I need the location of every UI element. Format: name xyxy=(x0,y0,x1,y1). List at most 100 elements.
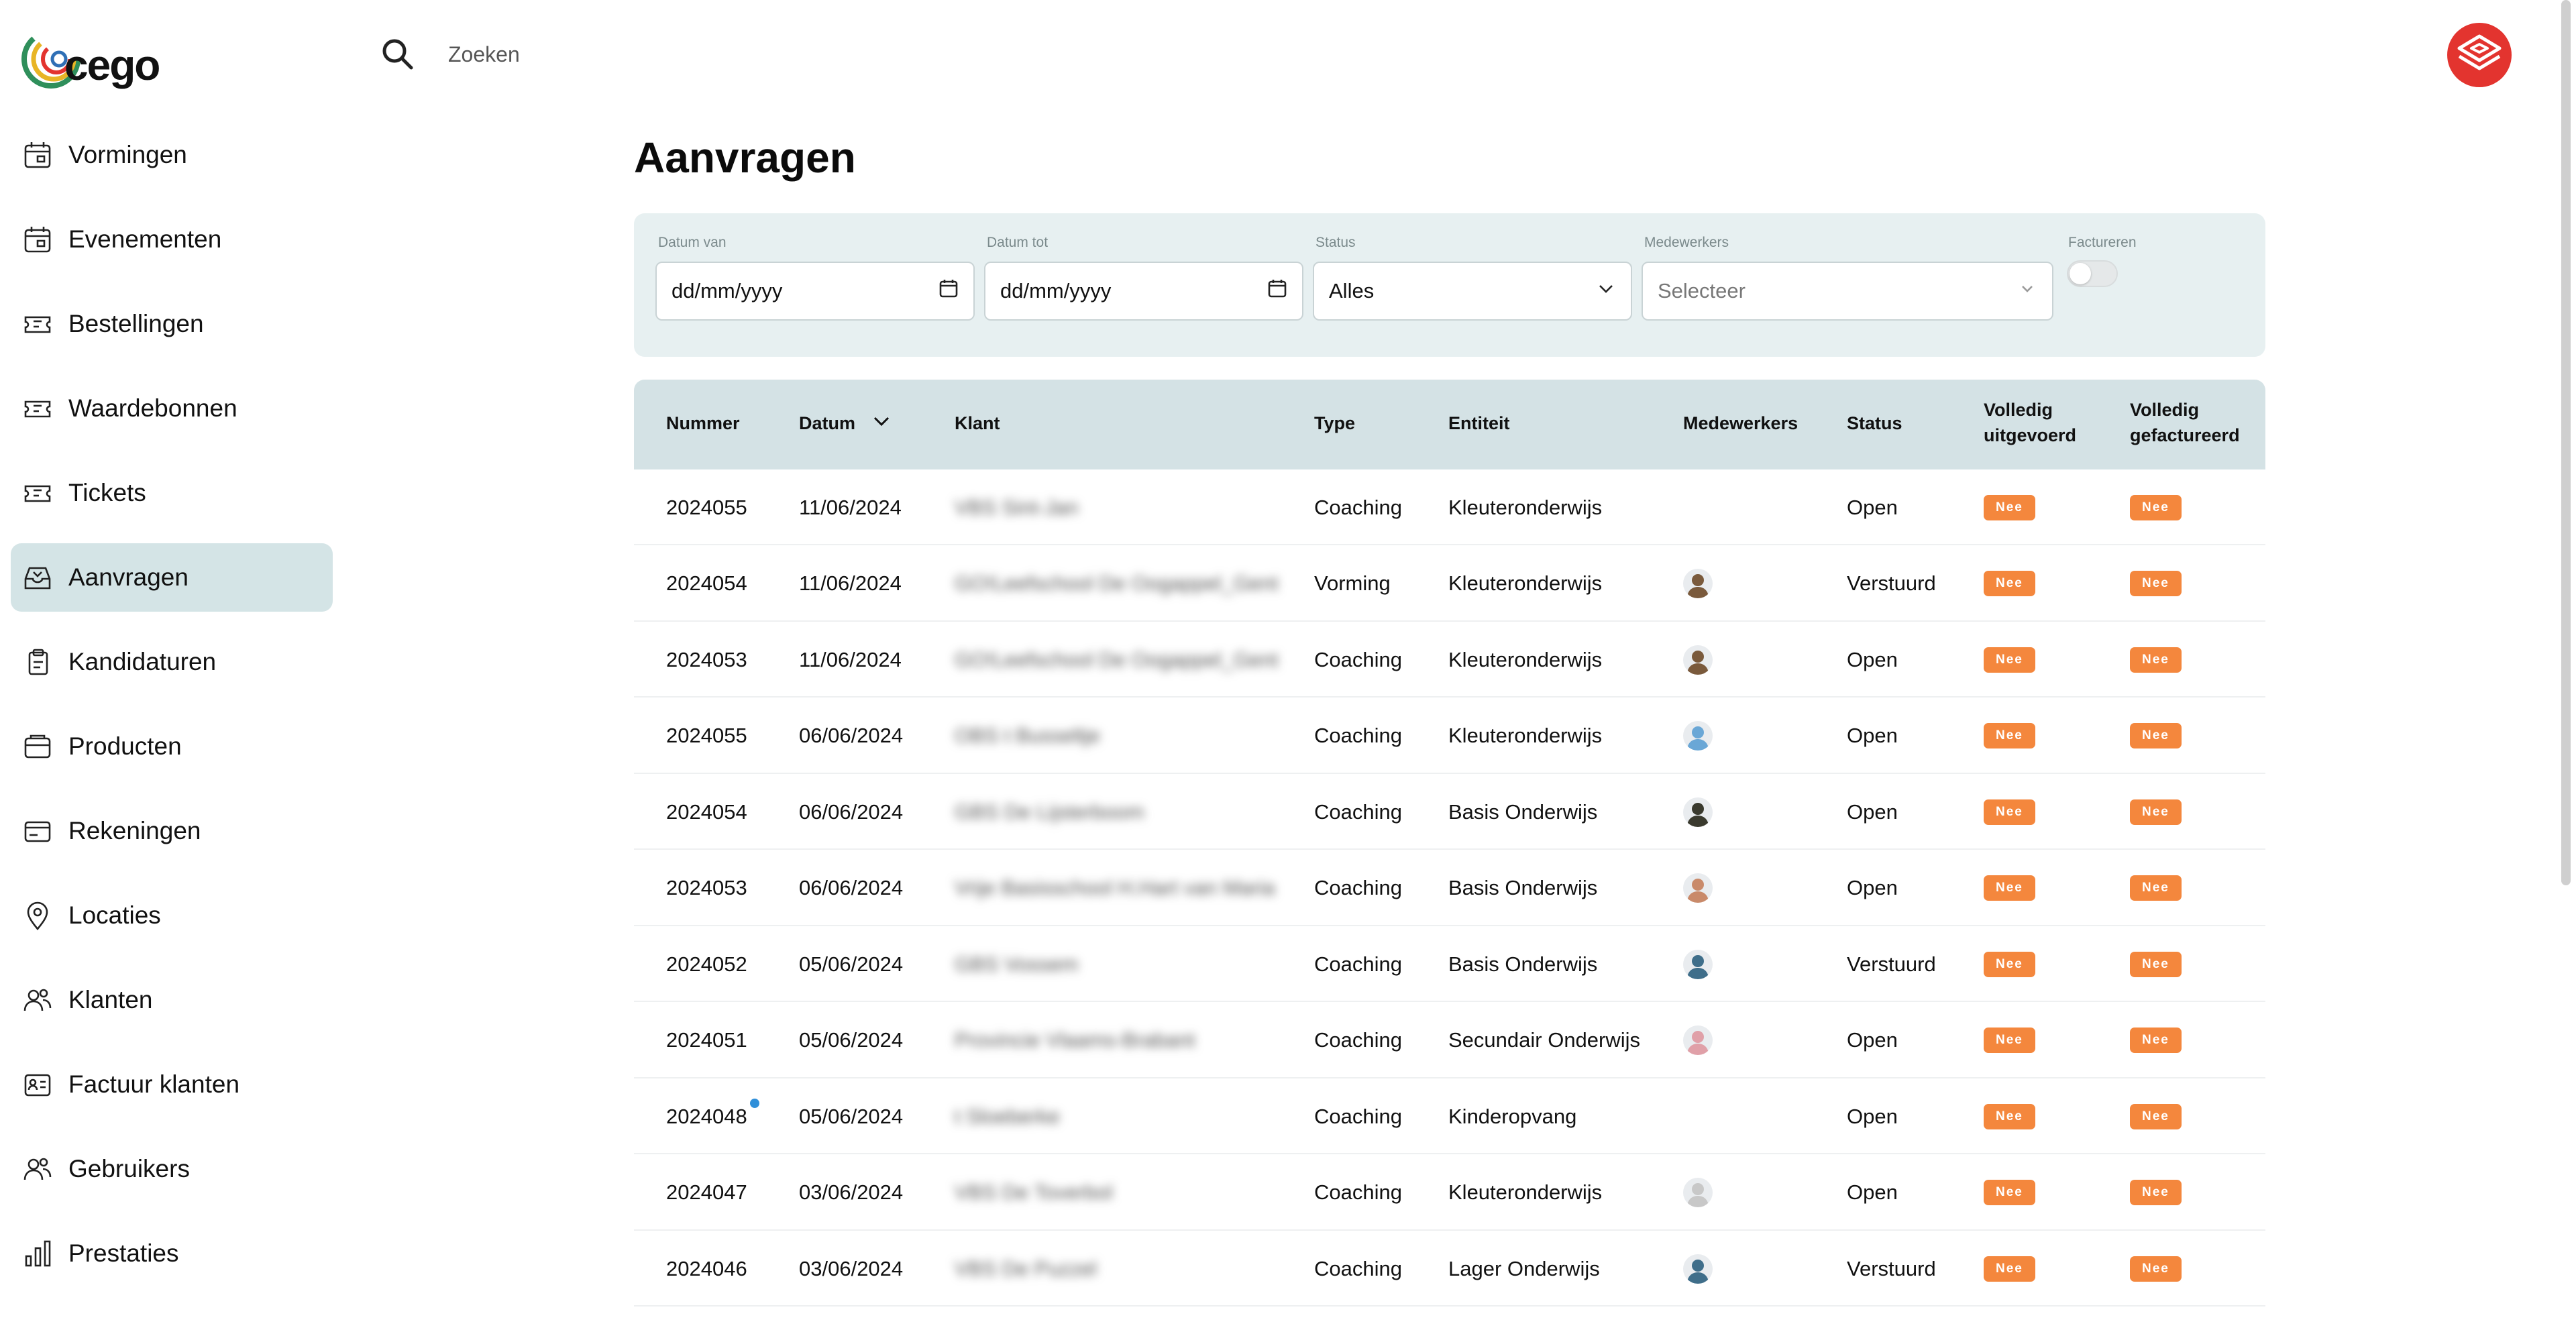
cell-employees xyxy=(1683,1003,1713,1078)
cell-client[interactable]: Provincie Vlaams-Brabant xyxy=(955,1003,1195,1078)
cell-client[interactable]: Vrije Basisschool H.Hart van Maria xyxy=(955,850,1275,926)
table-row[interactable]: 2024051 05/06/2024 Provincie Vlaams-Braban… xyxy=(634,1003,2265,1078)
sidebar-item-label: Kandidaturen xyxy=(68,648,217,675)
cell-entity: Basis Onderwijs xyxy=(1448,799,1598,824)
cell-entity: Basis Onderwijs xyxy=(1448,952,1598,976)
header-employees[interactable]: Medewerkers xyxy=(1683,410,1798,436)
cell-number: 2024053 xyxy=(666,647,747,671)
cell-client[interactable]: VBS De Toverbol xyxy=(955,1155,1113,1231)
status-select[interactable]: Alles xyxy=(1313,262,1632,321)
cell-client[interactable]: GO!Leefschool De Oogappel_Gent xyxy=(955,546,1279,622)
employees-select[interactable]: Selecteer xyxy=(1642,262,2053,321)
credit-card-icon xyxy=(21,815,54,847)
calendar-icon[interactable] xyxy=(938,278,959,304)
sidebar-item-locaties[interactable]: Locaties xyxy=(11,881,333,950)
status-badge: Nee xyxy=(1984,647,2035,673)
brand-cube-icon[interactable] xyxy=(2446,21,2513,89)
avatar[interactable] xyxy=(1683,1254,1713,1284)
sidebar-item-label: Tickets xyxy=(68,479,146,506)
avatar[interactable] xyxy=(1683,949,1713,979)
table-row[interactable]: 2024047 03/06/2024 VBS De Toverbol Coaching… xyxy=(634,1155,2265,1231)
sidebar-item-factuur-klanten[interactable]: Factuur klanten xyxy=(11,1050,333,1119)
page-scrollbar[interactable] xyxy=(2561,0,2571,885)
invoice-toggle[interactable] xyxy=(2067,260,2118,287)
avatar[interactable] xyxy=(1683,873,1713,903)
avatar[interactable] xyxy=(1683,645,1713,675)
date-to-input[interactable]: dd/mm/yyyy xyxy=(984,262,1303,321)
sidebar-item-tickets[interactable]: Tickets xyxy=(11,459,333,527)
header-type[interactable]: Type xyxy=(1314,410,1355,436)
table-header: Nummer Datum Klant Type Entiteit Medewer… xyxy=(634,380,2265,469)
cell-client[interactable]: GO!Leefschool De Oogappel_Gent xyxy=(955,622,1279,698)
cell-entity: Kleuteronderwijs xyxy=(1448,495,1603,519)
header-date[interactable]: Datum xyxy=(799,410,892,438)
cell-invoiced: Nee xyxy=(2130,1231,2182,1307)
header-executed[interactable]: Volledig uitgevoerd xyxy=(1984,397,2076,448)
table-row[interactable]: 2024048 05/06/2024 t Sloeberke Coaching Kind… xyxy=(634,1078,2265,1154)
cell-executed: Nee xyxy=(1984,546,2035,622)
cell-invoiced: Nee xyxy=(2130,926,2182,1002)
cell-number: 2024054 xyxy=(666,799,747,824)
cell-client[interactable]: GBS De Lijsterboom xyxy=(955,774,1144,850)
sidebar-item-klanten[interactable]: Klanten xyxy=(11,966,333,1034)
date-from-label: Datum van xyxy=(658,235,727,250)
avatar[interactable] xyxy=(1683,721,1713,751)
cell-type: Coaching xyxy=(1314,1028,1402,1052)
cell-client[interactable]: t Sloeberke xyxy=(955,1078,1060,1154)
search-icon[interactable] xyxy=(380,36,415,71)
header-status[interactable]: Status xyxy=(1847,410,1902,436)
avatar[interactable] xyxy=(1683,797,1713,827)
sidebar-item-kandidaturen[interactable]: Kandidaturen xyxy=(11,628,333,696)
search-input[interactable] xyxy=(447,38,919,71)
avatar[interactable] xyxy=(1683,1178,1713,1207)
table-row[interactable]: 2024052 05/06/2024 GBS Vossem Coaching Basis… xyxy=(634,926,2265,1002)
status-badge: Nee xyxy=(2130,875,2182,901)
table-row[interactable]: 2024053 11/06/2024 GO!Leefschool De Oogapp… xyxy=(634,622,2265,698)
cell-entity: Kleuteronderwijs xyxy=(1448,647,1603,671)
status-badge: Nee xyxy=(1984,1028,2035,1053)
sidebar-item-aanvragen[interactable]: Aanvragen xyxy=(11,543,333,612)
users-icon xyxy=(21,1153,54,1185)
avatar[interactable] xyxy=(1683,1025,1713,1055)
cell-type: Coaching xyxy=(1314,647,1402,671)
avatar[interactable] xyxy=(1683,569,1713,598)
sidebar-item-gebruikers[interactable]: Gebruikers xyxy=(11,1135,333,1203)
sidebar-item-prestaties[interactable]: Prestaties xyxy=(11,1219,333,1288)
sidebar-item-evenementen[interactable]: Evenementen xyxy=(11,205,333,274)
cell-client[interactable]: VBS Sint-Jan xyxy=(955,469,1078,545)
table-row[interactable]: 2024046 03/06/2024 VBS De Puzzel Coaching La… xyxy=(634,1231,2265,1307)
sidebar-item-rekeningen[interactable]: Rekeningen xyxy=(11,797,333,865)
table-row[interactable]: 2024055 11/06/2024 VBS Sint-Jan Coaching Kle… xyxy=(634,469,2265,545)
cell-client[interactable]: GBS Vossem xyxy=(955,926,1078,1002)
cell-number: 2024055 xyxy=(666,724,747,747)
table-row[interactable]: 2024053 06/06/2024 Vrije Basisschool H.Har… xyxy=(634,850,2265,926)
table-row[interactable]: 2024054 11/06/2024 GO!Leefschool De Oogapp… xyxy=(634,546,2265,622)
cell-type: Coaching xyxy=(1314,1180,1402,1204)
table-row[interactable]: 2024054 06/06/2024 GBS De Lijsterboom Coach… xyxy=(634,774,2265,850)
sidebar-item-producten[interactable]: Producten xyxy=(11,712,333,781)
cell-invoiced: Nee xyxy=(2130,1078,2182,1154)
sidebar-item-bestellingen[interactable]: Bestellingen xyxy=(11,290,333,358)
chevron-down-icon[interactable] xyxy=(871,411,892,438)
header-invoiced[interactable]: Volledig gefactureerd xyxy=(2130,397,2240,448)
chevron-down-icon xyxy=(1596,278,1616,304)
cell-date: 03/06/2024 xyxy=(799,1180,904,1204)
header-client[interactable]: Klant xyxy=(955,410,1000,436)
cell-date: 11/06/2024 xyxy=(799,495,902,519)
cell-employees xyxy=(1683,774,1713,850)
cell-client[interactable]: VBS De Puzzel xyxy=(955,1231,1097,1307)
table-row[interactable]: 2024055 06/06/2024 OBS t Busseltje Coaching… xyxy=(634,698,2265,774)
status-label: Status xyxy=(1316,235,1356,250)
calendar-icon[interactable] xyxy=(1267,278,1287,304)
cell-client[interactable]: OBS t Busseltje xyxy=(955,698,1100,774)
cell-entity: Kleuteronderwijs xyxy=(1448,724,1603,747)
cell-number: 2024051 xyxy=(666,1028,747,1052)
ticket-icon xyxy=(21,477,54,509)
date-from-input[interactable]: dd/mm/yyyy xyxy=(655,262,975,321)
header-number[interactable]: Nummer xyxy=(666,410,740,436)
header-entity[interactable]: Entiteit xyxy=(1448,410,1510,436)
status-badge: Nee xyxy=(2130,1103,2182,1129)
sidebar-item-vormingen[interactable]: Vormingen xyxy=(11,121,333,189)
sidebar-item-label: Prestaties xyxy=(68,1239,179,1267)
sidebar-item-waardebonnen[interactable]: Waardebonnen xyxy=(11,374,333,443)
